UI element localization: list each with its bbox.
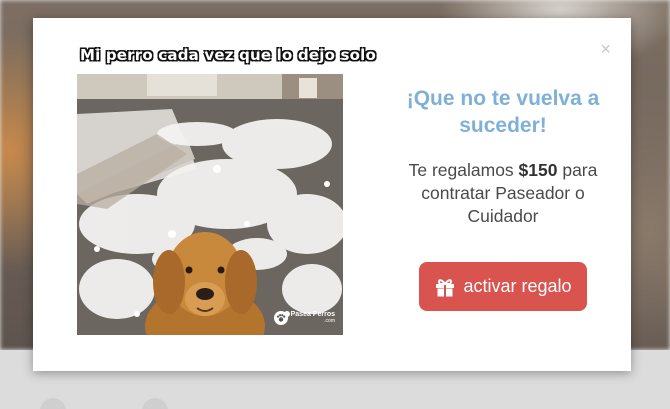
meme-image: Mi perro cada vez que lo dejo solo Pasea… <box>63 46 393 356</box>
gift-modal: × Mi perro cada vez que lo dejo solo Pas… <box>33 18 631 371</box>
activate-gift-button[interactable]: activar regalo <box>419 262 587 311</box>
dog-photo: Pasea Perros .com <box>77 74 343 335</box>
promo-panel: ¡Que no te vuelva a suceder! Te regalamo… <box>398 18 608 371</box>
dog-photo-illustration <box>77 74 343 335</box>
watermark-text: Pasea Perros .com <box>290 311 335 324</box>
paw-logo-icon <box>273 311 288 325</box>
promo-title: ¡Que no te vuelva a suceder! <box>406 87 600 137</box>
activate-gift-label: activar regalo <box>463 276 572 296</box>
promo-text: Te regalamos $150 para contratar Paseado… <box>408 160 598 226</box>
meme-caption: Mi perro cada vez que lo dejo solo <box>79 46 377 64</box>
gift-amount: $150 <box>518 160 558 180</box>
gift-icon <box>434 276 456 298</box>
watermark: Pasea Perros .com <box>273 311 335 325</box>
